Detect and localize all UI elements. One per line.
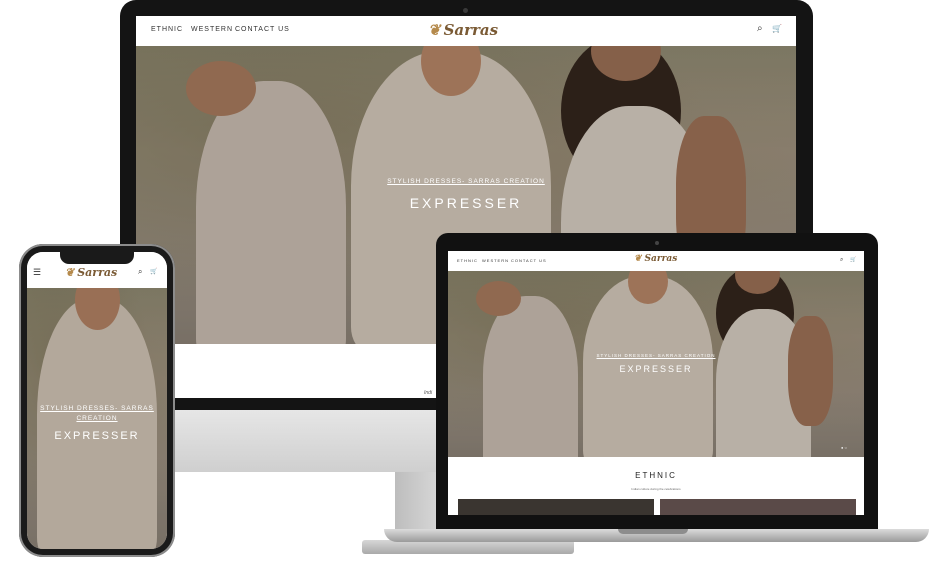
laptop-site-logo[interactable]: ❦ Sarras [634,254,677,264]
logo-ornament-icon: ❦ [428,21,441,39]
laptop-category-card-left[interactable] [458,499,654,515]
hero-title: EXPRESSER [409,195,523,211]
nav-link-contact-us[interactable]: CONTACT US [235,26,290,33]
phone-logo-ornament-icon: ❦ [65,266,75,279]
laptop-section-title: ETHNIC [635,471,677,480]
laptop-camera [655,241,659,245]
phone-logo-text: Sarras [77,266,118,279]
phone-menu-icon[interactable]: ☰ [33,268,41,277]
laptop-base-notch [618,529,688,534]
laptop-hero-subtitle-link[interactable]: STYLISH DRESSES- SARRAS CREATION [588,353,724,358]
phone-hero-subtitle-line2[interactable]: CREATION [27,415,167,422]
laptop-hero-banner: STYLISH DRESSES- SARRAS CREATION EXPRESS… [448,271,864,457]
logo-text: Sarras [443,21,499,39]
laptop-hero-title: EXPRESSER [619,364,693,374]
phone-cart-icon[interactable]: 🛒 [150,269,157,275]
search-icon[interactable]: ⌕ [757,24,763,34]
laptop-slider-dots[interactable]: ● ○ [841,445,847,450]
cart-icon[interactable]: 🛒 [772,25,782,33]
laptop-site-header: ETHNIC WESTERN CONTACT US ❦ Sarras ⌕ 🛒 [448,251,864,271]
phone-hero-banner: STYLISH DRESSES- SARRAS CREATION EXPRESS… [27,288,167,549]
laptop-nav-link-ethnic[interactable]: ETHNIC [457,258,478,263]
phone-screen: ☰ ❦ Sarras ⌕ 🛒 STYLISH DRESSES- SARRAS C… [27,252,167,549]
phone-hero-subtitle-line1[interactable]: STYLISH DRESSES- SARRAS [27,405,167,412]
nav-link-ethnic[interactable]: ETHNIC [151,26,183,33]
phone-search-icon[interactable]: ⌕ [138,268,142,276]
footer-snippet-text: Indi [424,390,433,396]
laptop-logo-text: Sarras [644,254,678,264]
phone-notch [60,252,134,264]
laptop-search-icon[interactable]: ⌕ [840,257,843,263]
laptop-logo-ornament-icon: ❦ [634,254,642,264]
laptop-section-text: Indian culture during the celebrations [631,487,681,491]
phone-site-logo[interactable]: ❦ Sarras [65,266,117,279]
monitor-camera [463,8,468,13]
phone-hero-title: EXPRESSER [54,430,140,442]
laptop-category-card-right[interactable] [660,499,856,515]
laptop-cart-icon[interactable]: 🛒 [850,258,856,263]
nav-link-western[interactable]: WESTERN [191,26,233,33]
site-logo[interactable]: ❦ Sarras [428,21,498,39]
laptop-screen: ETHNIC WESTERN CONTACT US ❦ Sarras ⌕ 🛒 S… [448,251,864,515]
hero-subtitle-link[interactable]: STYLISH DRESSES- SARRAS CREATION [366,178,566,185]
site-header: ETHNIC WESTERN CONTACT US ❦ Sarras ⌕ 🛒 [136,16,796,46]
laptop-nav-link-contact-us[interactable]: CONTACT US [511,258,547,263]
desktop-monitor-base [362,540,574,554]
laptop-nav-link-western[interactable]: WESTERN [482,258,509,263]
